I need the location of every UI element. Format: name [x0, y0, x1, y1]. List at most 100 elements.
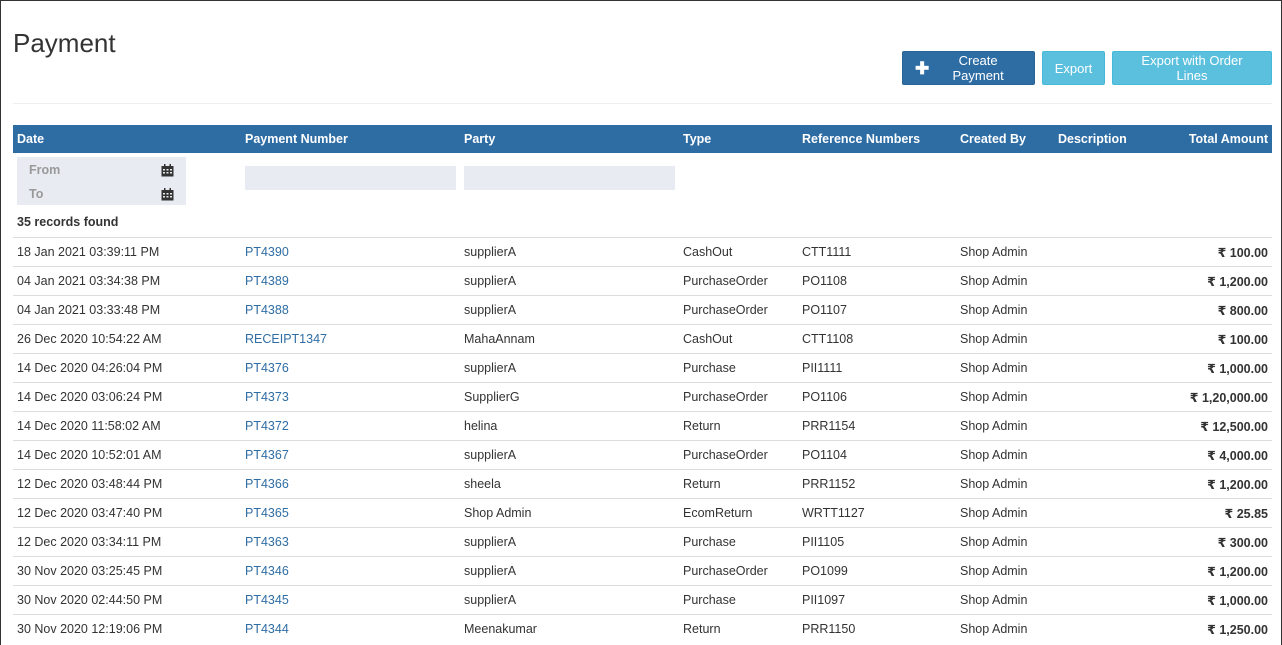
cell-date: 30 Nov 2020 02:44:50 PM	[17, 593, 163, 607]
cell-created-by: Shop Admin	[960, 477, 1028, 491]
cell-reference-number: CTT1108	[802, 332, 854, 346]
payment-number-link[interactable]: PT4367	[245, 448, 289, 462]
cell-type: Return	[683, 419, 721, 433]
cell-party: supplierA	[464, 303, 517, 317]
cell-date: 04 Jan 2021 03:33:48 PM	[17, 303, 161, 317]
payment-number-link[interactable]: RECEIPT1347	[245, 332, 327, 346]
payment-number-link[interactable]: PT4346	[245, 564, 289, 578]
cell-created-by: Shop Admin	[960, 303, 1028, 317]
column-header-description[interactable]: Description	[1058, 132, 1127, 146]
date-range-filter: From To	[17, 157, 186, 205]
cell-created-by: Shop Admin	[960, 419, 1028, 433]
table-row: 26 Dec 2020 10:54:22 AM RECEIPT1347 MahaAn…	[13, 324, 1272, 353]
table-row: 30 Nov 2020 12:19:06 PM PT4344 Meenakumar R…	[13, 614, 1272, 643]
cell-total-amount: ₹ 25.85	[1224, 507, 1268, 521]
payment-number-link[interactable]: PT4344	[245, 622, 289, 636]
plus-icon: ✚	[915, 58, 930, 78]
cell-reference-number: PII1111	[802, 361, 843, 375]
column-header-reference-numbers[interactable]: Reference Numbers	[802, 132, 920, 146]
cell-total-amount: ₹ 1,20,000.00	[1189, 391, 1268, 405]
cell-type: CashOut	[683, 245, 733, 259]
column-header-party[interactable]: Party	[464, 132, 495, 146]
calendar-icon[interactable]	[161, 164, 174, 177]
payment-number-filter-input[interactable]	[245, 166, 456, 190]
cell-created-by: Shop Admin	[960, 274, 1028, 288]
cell-type: PurchaseOrder	[683, 564, 768, 578]
cell-type: PurchaseOrder	[683, 303, 768, 317]
payment-number-link[interactable]: PT4373	[245, 390, 289, 404]
payment-number-link[interactable]: PT4388	[245, 303, 289, 317]
calendar-icon[interactable]	[161, 188, 174, 201]
cell-total-amount: ₹ 100.00	[1217, 246, 1268, 260]
column-header-type[interactable]: Type	[683, 132, 711, 146]
cell-party: Shop Admin	[464, 506, 532, 520]
table-body: 18 Jan 2021 03:39:11 PM PT4390 supplierA Ca…	[13, 237, 1272, 643]
payment-number-link[interactable]: PT4363	[245, 535, 289, 549]
payment-number-link[interactable]: PT4389	[245, 274, 289, 288]
cell-type: EcomReturn	[683, 506, 753, 520]
create-payment-button[interactable]: ✚ Create Payment	[902, 51, 1035, 85]
toolbar: ✚ Create Payment Export Export with Orde…	[902, 51, 1272, 85]
cell-total-amount: ₹ 1,200.00	[1207, 478, 1268, 492]
cell-date: 30 Nov 2020 03:25:45 PM	[17, 564, 163, 578]
cell-party: Meenakumar	[464, 622, 537, 636]
cell-date: 18 Jan 2021 03:39:11 PM	[17, 245, 160, 259]
cell-reference-number: PO1106	[802, 390, 847, 404]
cell-total-amount: ₹ 12,500.00	[1200, 420, 1268, 434]
payment-number-link[interactable]: PT4372	[245, 419, 289, 433]
cell-date: 14 Dec 2020 11:58:02 AM	[17, 419, 161, 433]
table-row: 14 Dec 2020 11:58:02 AM PT4372 helina Retur…	[13, 411, 1272, 440]
party-filter-input[interactable]	[464, 166, 675, 190]
cell-reference-number: PO1104	[802, 448, 847, 462]
cell-party: supplierA	[464, 535, 517, 549]
export-button[interactable]: Export	[1042, 51, 1105, 85]
table-row: 14 Dec 2020 10:52:01 AM PT4367 supplierA Pu…	[13, 440, 1272, 469]
table-row: 12 Dec 2020 03:48:44 PM PT4366 sheela Retur…	[13, 469, 1272, 498]
cell-reference-number: PII1097	[802, 593, 846, 607]
table-row: 04 Jan 2021 03:34:38 PM PT4389 supplierA Pu…	[13, 266, 1272, 295]
cell-party: supplierA	[464, 448, 517, 462]
column-header-payment-number[interactable]: Payment Number	[245, 132, 348, 146]
cell-created-by: Shop Admin	[960, 564, 1028, 578]
cell-date: 12 Dec 2020 03:34:11 PM	[17, 535, 162, 549]
cell-type: Return	[683, 477, 721, 491]
to-date-field[interactable]: To	[29, 187, 43, 201]
payment-number-link[interactable]: PT4345	[245, 593, 289, 607]
payment-number-link[interactable]: PT4390	[245, 245, 289, 259]
export-with-order-lines-button[interactable]: Export with Order Lines	[1112, 51, 1272, 85]
cell-total-amount: ₹ 100.00	[1217, 333, 1268, 347]
payment-number-link[interactable]: PT4365	[245, 506, 289, 520]
cell-type: Purchase	[683, 593, 736, 607]
cell-reference-number: PII1105	[802, 535, 845, 549]
cell-reference-number: PO1108	[802, 274, 847, 288]
cell-type: Return	[683, 622, 721, 636]
cell-date: 30 Nov 2020 12:19:06 PM	[17, 622, 163, 636]
from-date-field[interactable]: From	[29, 163, 60, 177]
payment-number-link[interactable]: PT4366	[245, 477, 289, 491]
records-count: 35 records found	[17, 215, 119, 229]
cell-type: Purchase	[683, 535, 736, 549]
table-row: 12 Dec 2020 03:47:40 PM PT4365 Shop Admin E…	[13, 498, 1272, 527]
cell-date: 14 Dec 2020 04:26:04 PM	[17, 361, 163, 375]
cell-date: 14 Dec 2020 10:52:01 AM	[17, 448, 162, 462]
table-row: 30 Nov 2020 02:44:50 PM PT4345 supplierA Pu…	[13, 585, 1272, 614]
cell-reference-number: PO1099	[802, 564, 848, 578]
column-header-date[interactable]: Date	[17, 132, 44, 146]
table-row: 04 Jan 2021 03:33:48 PM PT4388 supplierA Pu…	[13, 295, 1272, 324]
cell-party: supplierA	[464, 361, 517, 375]
cell-party: supplierA	[464, 593, 517, 607]
cell-reference-number: PO1107	[802, 303, 847, 317]
payment-number-link[interactable]: PT4376	[245, 361, 289, 375]
cell-created-by: Shop Admin	[960, 245, 1028, 259]
cell-total-amount: ₹ 1,250.00	[1207, 623, 1268, 637]
cell-created-by: Shop Admin	[960, 361, 1028, 375]
cell-party: supplierA	[464, 274, 517, 288]
table-row: 12 Dec 2020 03:34:11 PM PT4363 supplierA Pu…	[13, 527, 1272, 556]
cell-date: 14 Dec 2020 03:06:24 PM	[17, 390, 163, 404]
cell-created-by: Shop Admin	[960, 448, 1028, 462]
column-header-created-by[interactable]: Created By	[960, 132, 1026, 146]
cell-created-by: Shop Admin	[960, 506, 1028, 520]
column-header-total-amount[interactable]: Total Amount	[1189, 132, 1268, 146]
cell-type: CashOut	[683, 332, 733, 346]
table-row: 14 Dec 2020 03:06:24 PM PT4373 SupplierG Pu…	[13, 382, 1272, 411]
